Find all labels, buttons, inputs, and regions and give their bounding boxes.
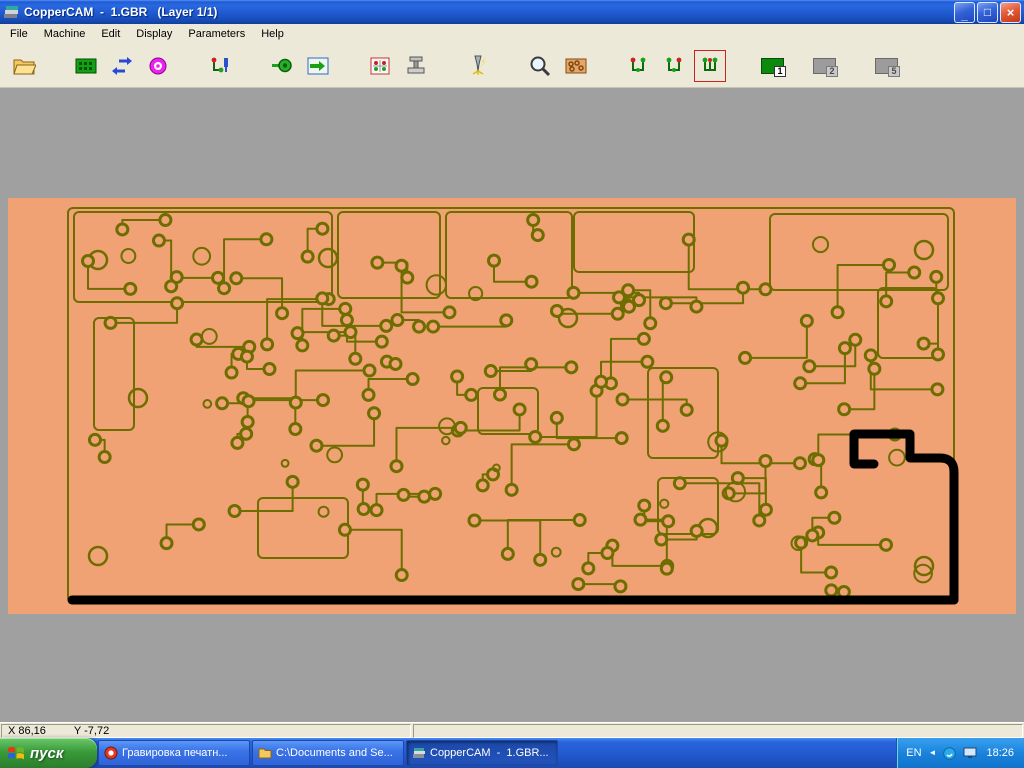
layer-1-label: 1 (774, 65, 786, 77)
menu-bar: File Machine Edit Display Parameters Hel… (0, 24, 1024, 44)
status-bar: X 86,16 Y -7,72 (0, 722, 1024, 738)
menu-file[interactable]: File (2, 25, 36, 43)
toolbar: 1 2 5 (0, 44, 1024, 88)
menu-edit[interactable]: Edit (93, 25, 128, 43)
tray-app-icon[interactable] (943, 746, 957, 760)
minimize-button[interactable]: _ (954, 1, 975, 23)
zoom-icon (530, 56, 551, 76)
menu-parameters[interactable]: Parameters (180, 25, 253, 43)
menu-display[interactable]: Display (128, 25, 180, 43)
plot-pins-icon (211, 57, 228, 72)
browser-icon (104, 746, 118, 760)
folder-icon (258, 748, 272, 759)
layer-2-label: 2 (826, 65, 838, 77)
drill-board-button[interactable] (364, 50, 396, 82)
tray-collapse-icon[interactable]: ◄ (929, 749, 937, 757)
open-file-icon (13, 59, 36, 74)
menu-machine[interactable]: Machine (36, 25, 94, 43)
start-label: пуск (30, 744, 64, 762)
layer-2-button[interactable]: 2 (808, 50, 840, 82)
board-output-button[interactable] (302, 50, 334, 82)
layer-5-button[interactable]: 5 (870, 50, 902, 82)
title-bar: CopperCAM - 1.GBR (Layer 1/1) _ □ × (0, 0, 1024, 24)
language-indicator[interactable]: EN (906, 747, 921, 759)
press-button[interactable] (400, 50, 432, 82)
taskbar: пуск Гравировка печатн... C:\Documents a… (0, 738, 1024, 768)
taskbar-task-engraving[interactable]: Гравировка печатн... (98, 740, 250, 766)
open-file-button[interactable] (8, 50, 40, 82)
clock[interactable]: 18:26 (986, 747, 1014, 759)
route-b-button[interactable] (658, 50, 690, 82)
board-button[interactable] (70, 50, 102, 82)
press-icon (407, 56, 425, 73)
app-icon (4, 6, 18, 18)
menu-help[interactable]: Help (253, 25, 292, 43)
task-label: C:\Documents and Se... (276, 747, 393, 759)
transfer-button[interactable] (106, 50, 138, 82)
windows-flag-icon (8, 746, 24, 760)
tool-output-icon (272, 58, 292, 72)
engrave-button[interactable] (462, 50, 494, 82)
route-b-icon (666, 57, 682, 72)
coordinate-x: X 86,16 (8, 725, 46, 737)
system-tray: EN ◄ 18:26 (896, 738, 1024, 768)
route-c-icon (702, 57, 718, 71)
taskbar-task-explorer[interactable]: C:\Documents and Se... (252, 740, 404, 766)
workspace-canvas[interactable] (0, 88, 1024, 722)
tool-disc-button[interactable] (142, 50, 174, 82)
route-a-icon (630, 57, 646, 72)
layer-chip-2-icon: 2 (812, 57, 838, 77)
tool-disc-icon (149, 57, 167, 74)
drill-board-icon (370, 57, 390, 74)
copper-board-button[interactable] (560, 50, 592, 82)
window-title: CopperCAM - 1.GBR (Layer 1/1) (24, 5, 218, 19)
copper-board-icon (565, 58, 587, 73)
pcb-gerber-view[interactable] (8, 198, 1016, 614)
route-a-button[interactable] (622, 50, 654, 82)
board-output-icon (307, 57, 329, 74)
maximize-button[interactable]: □ (977, 1, 998, 23)
layer-chip-1-icon: 1 (760, 57, 786, 77)
coordinates-panel: X 86,16 Y -7,72 (1, 724, 411, 738)
plot-pins-button[interactable] (204, 50, 236, 82)
layer-1-button[interactable]: 1 (756, 50, 788, 82)
zoom-button[interactable] (524, 50, 556, 82)
task-label: CopperCAM - 1.GBR... (430, 747, 549, 759)
route-c-button[interactable] (694, 49, 726, 82)
layer-chip-5-icon: 5 (874, 57, 900, 77)
layer-5-label: 5 (888, 65, 900, 77)
taskbar-task-coppercam[interactable]: CopperCAM - 1.GBR... (406, 740, 558, 766)
application-window: CopperCAM - 1.GBR (Layer 1/1) _ □ × File… (0, 0, 1024, 768)
close-button[interactable]: × (1000, 1, 1021, 23)
task-label: Гравировка печатн... (122, 747, 228, 759)
coppercam-icon (413, 748, 425, 758)
engrave-cutter-icon (472, 55, 486, 75)
tool-output-button[interactable] (266, 50, 298, 82)
transfer-arrows-icon (112, 56, 132, 75)
coordinate-y: Y -7,72 (73, 725, 110, 737)
start-button[interactable]: пуск (0, 738, 97, 768)
status-spacer-panel (413, 724, 1023, 738)
network-icon[interactable] (963, 747, 977, 760)
board-icon (75, 58, 97, 73)
